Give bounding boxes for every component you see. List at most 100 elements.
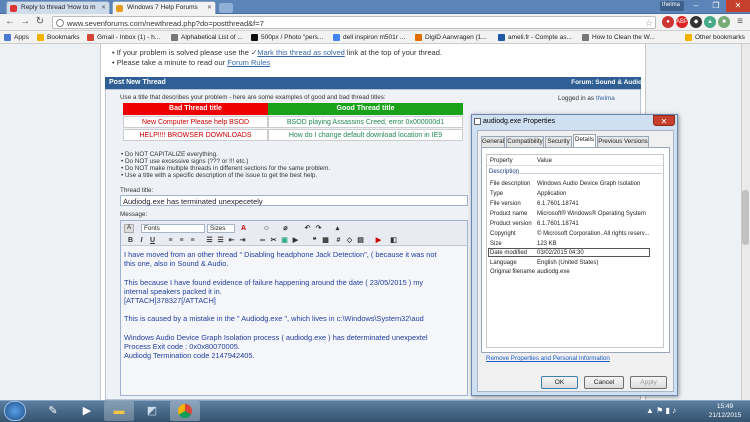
bold-icon[interactable]: B [126, 236, 135, 245]
dialog-close-button[interactable]: ✕ [653, 115, 675, 126]
property-name[interactable]: Date modified [490, 250, 527, 256]
property-name: File description [490, 181, 531, 187]
explorer-icon[interactable]: ▬ [104, 401, 134, 421]
bookmark-dell[interactable]: dell inspiron m501r ... [332, 32, 412, 43]
link-icon[interactable]: ∞ [258, 236, 267, 245]
column-value[interactable]: Value [537, 158, 552, 164]
youtube-icon[interactable]: ▶ [374, 236, 383, 245]
redo-icon[interactable]: ↷ [314, 224, 323, 233]
switch-mode-button[interactable]: A [124, 224, 134, 233]
image-icon[interactable]: ▣ [280, 236, 289, 245]
remove-properties-link[interactable]: Remove Properties and Personal Informati… [486, 355, 610, 362]
unlink-icon[interactable]: ✂ [269, 236, 278, 245]
close-tab-icon[interactable]: ✕ [101, 4, 106, 11]
ok-button[interactable]: OK [541, 376, 578, 389]
gmail-favicon-icon [10, 5, 17, 12]
smilies-icon[interactable]: ☺ [262, 224, 271, 233]
align-right-icon[interactable]: ≡ [188, 236, 197, 245]
star-icon[interactable]: ☆ [645, 18, 653, 29]
menu-icon[interactable]: ≡ [734, 16, 746, 28]
size-select[interactable]: Sizes [207, 224, 235, 233]
bookmark-ameli[interactable]: ameli.fr - Compte as... [497, 32, 579, 43]
page-info-icon[interactable] [56, 19, 64, 27]
collapse-icon[interactable]: ▴ [333, 224, 342, 233]
profile-button[interactable]: thelma [660, 1, 684, 11]
adblock-icon[interactable]: ABP [676, 16, 688, 28]
tab-compatibility[interactable]: Compatibility [506, 136, 544, 147]
maximize-button[interactable]: ❐ [706, 0, 726, 12]
bookmark-bookmarks[interactable]: Bookmarks [36, 32, 82, 43]
italic-icon[interactable]: I [137, 236, 146, 245]
post-header: Post New Thread [105, 77, 641, 89]
extension-icon[interactable]: ◆ [690, 16, 702, 28]
back-button[interactable]: ← [4, 16, 16, 28]
chrome-icon[interactable] [170, 401, 200, 421]
clock[interactable]: 15:49 21/12/2015 [705, 402, 745, 420]
bookmark-500px[interactable]: 500px / Photo "pers... [250, 32, 330, 43]
undo-icon[interactable]: ↶ [303, 224, 312, 233]
cancel-button[interactable]: Cancel [584, 376, 624, 389]
address-bar[interactable]: www.sevenforums.com/newthread.php?do=pos… [52, 16, 656, 29]
bookmark-other[interactable]: Other bookmarks [684, 32, 748, 43]
tab-windows7-help[interactable]: Windows 7 Help Forums ✕ [112, 1, 216, 14]
outdent-icon[interactable]: ⇤ [227, 236, 236, 245]
app-icon[interactable]: ✎ [38, 401, 68, 421]
tab-reply-thread[interactable]: Reply to thread 'How to m ✕ [6, 1, 110, 14]
reload-button[interactable]: ↻ [34, 16, 46, 28]
spoiler-icon[interactable]: ◧ [389, 236, 398, 245]
attach-icon[interactable]: ⌀ [281, 224, 290, 233]
thread-title-input[interactable]: Audiodg.exe has terminated unexpecetely [120, 195, 468, 206]
indent-icon[interactable]: ⇥ [238, 236, 247, 245]
new-tab-button[interactable] [219, 3, 233, 13]
rule-text: Do NOT make multiple threads in differen… [124, 165, 331, 172]
logged-in-label: Logged in as thelma [558, 95, 615, 102]
property-value[interactable]: 03/02/2015 04:30 [537, 250, 584, 256]
app-icon[interactable]: ◩ [137, 401, 167, 421]
property-value: English (United States) [537, 260, 599, 266]
tab-details[interactable]: Details [573, 134, 596, 147]
tab-security[interactable]: Security [545, 136, 572, 147]
text-color-icon[interactable]: A [239, 224, 248, 233]
align-center-icon[interactable]: ≡ [177, 236, 186, 245]
code-icon[interactable]: # [334, 236, 343, 245]
close-window-button[interactable]: ✕ [726, 0, 750, 12]
bookmark-apps[interactable]: Apps [3, 32, 35, 43]
table-icon[interactable]: ▦ [321, 236, 330, 245]
bookmark-gmail[interactable]: Gmail - Inbox (1) - h... [86, 32, 172, 43]
apply-button[interactable]: Apply [630, 376, 667, 389]
ordered-list-icon[interactable]: ☰ [205, 236, 214, 245]
message-text[interactable]: I have moved from an other thread " Disa… [124, 250, 468, 390]
header-divider [487, 165, 663, 166]
unordered-list-icon[interactable]: ☰ [216, 236, 225, 245]
bookmark-clean[interactable]: How to Clean the W... [581, 32, 661, 43]
media-player-icon[interactable]: ▶ [72, 401, 102, 421]
scrollbar-thumb[interactable] [742, 190, 749, 245]
message-line [124, 324, 468, 333]
tray-icons[interactable]: ▲ ⚑ ▮ ♪ [646, 406, 676, 415]
start-button[interactable] [4, 401, 26, 421]
align-left-icon[interactable]: ≡ [166, 236, 175, 245]
close-tab-icon[interactable]: ✕ [207, 4, 212, 11]
tab-general[interactable]: General [481, 136, 505, 147]
mark-solved-link[interactable]: Mark this thread as solved [257, 48, 345, 57]
column-property[interactable]: Property [490, 158, 513, 164]
underline-icon[interactable]: U [148, 236, 157, 245]
html-icon[interactable]: ◇ [345, 236, 354, 245]
forward-button[interactable]: → [19, 16, 31, 28]
message-label: Message: [120, 211, 148, 218]
bookmark-digid[interactable]: DigiD Aanvragen (1... [414, 32, 494, 43]
tab-label: Windows 7 Help Forums [127, 4, 198, 11]
minimize-button[interactable]: – [686, 0, 706, 12]
property-name: Original filename [490, 269, 536, 275]
extension-icon[interactable]: ● [662, 16, 674, 28]
bookmark-label: Apps [14, 34, 29, 41]
tab-previous-versions[interactable]: Previous Versions [597, 136, 649, 147]
bookmark-alphabetical[interactable]: Alphabetical List of ... [170, 32, 256, 43]
video-icon[interactable]: ▶ [291, 236, 300, 245]
php-icon[interactable]: ▤ [356, 236, 365, 245]
quote-icon[interactable]: ❝ [310, 236, 319, 245]
extension-icon[interactable]: ■ [718, 16, 730, 28]
forum-rules-link[interactable]: Forum Rules [227, 58, 270, 67]
extension-icon[interactable]: ▲ [704, 16, 716, 28]
font-select[interactable]: Fonts [141, 224, 205, 233]
